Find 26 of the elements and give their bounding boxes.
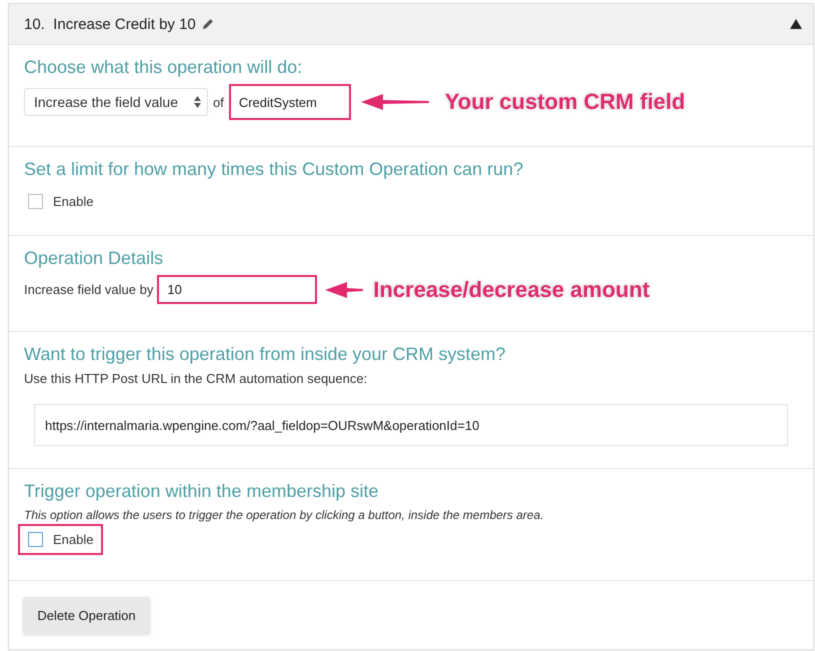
callout-text: Increase/decrease amount (373, 276, 650, 302)
text-field[interactable]: 10 (157, 275, 318, 304)
checkbox[interactable] (28, 532, 43, 547)
url-description: Use this HTTP Post URL in the CRM automation sequence: (24, 371, 368, 386)
text-field[interactable]: CreditSystem (228, 84, 351, 120)
url-field[interactable]: https://internalmaria.wpengine.com/?aal_fieldop=OURswM&operationId=10 (34, 404, 788, 446)
section-heading: Operation Details (24, 248, 164, 269)
section-heading: Want to trigger this operation from inside your CRM system? (24, 344, 507, 365)
section-heading: Choose what this operation will do: (24, 57, 304, 78)
select-arrows-icon (194, 96, 201, 108)
checkbox-label: Enable (53, 194, 94, 209)
callout-arrow (360, 92, 429, 112)
of-label: of (213, 94, 224, 110)
checkbox-label: Enable (53, 532, 94, 547)
panel-title: 10. Increase Credit by 10 (24, 16, 196, 32)
section-heading: Trigger operation within the membership site (24, 481, 380, 502)
option-note: This option allows the users to trigger the operation by clicking a button, inside the members area. (24, 508, 545, 522)
collapse-icon[interactable] (789, 18, 803, 30)
pencil-icon[interactable] (202, 18, 214, 30)
field-label: Increase field value by (24, 282, 154, 297)
callout-text: Your custom CRM field (444, 89, 686, 115)
callout-arrow (325, 280, 364, 300)
checkbox[interactable] (28, 194, 43, 209)
operation-select[interactable]: Increase the field value (24, 88, 208, 116)
delete-operation-button[interactable]: Delete Operation (23, 596, 150, 634)
section-heading: Set a limit for how many times this Custom Operation can run? (24, 159, 524, 180)
